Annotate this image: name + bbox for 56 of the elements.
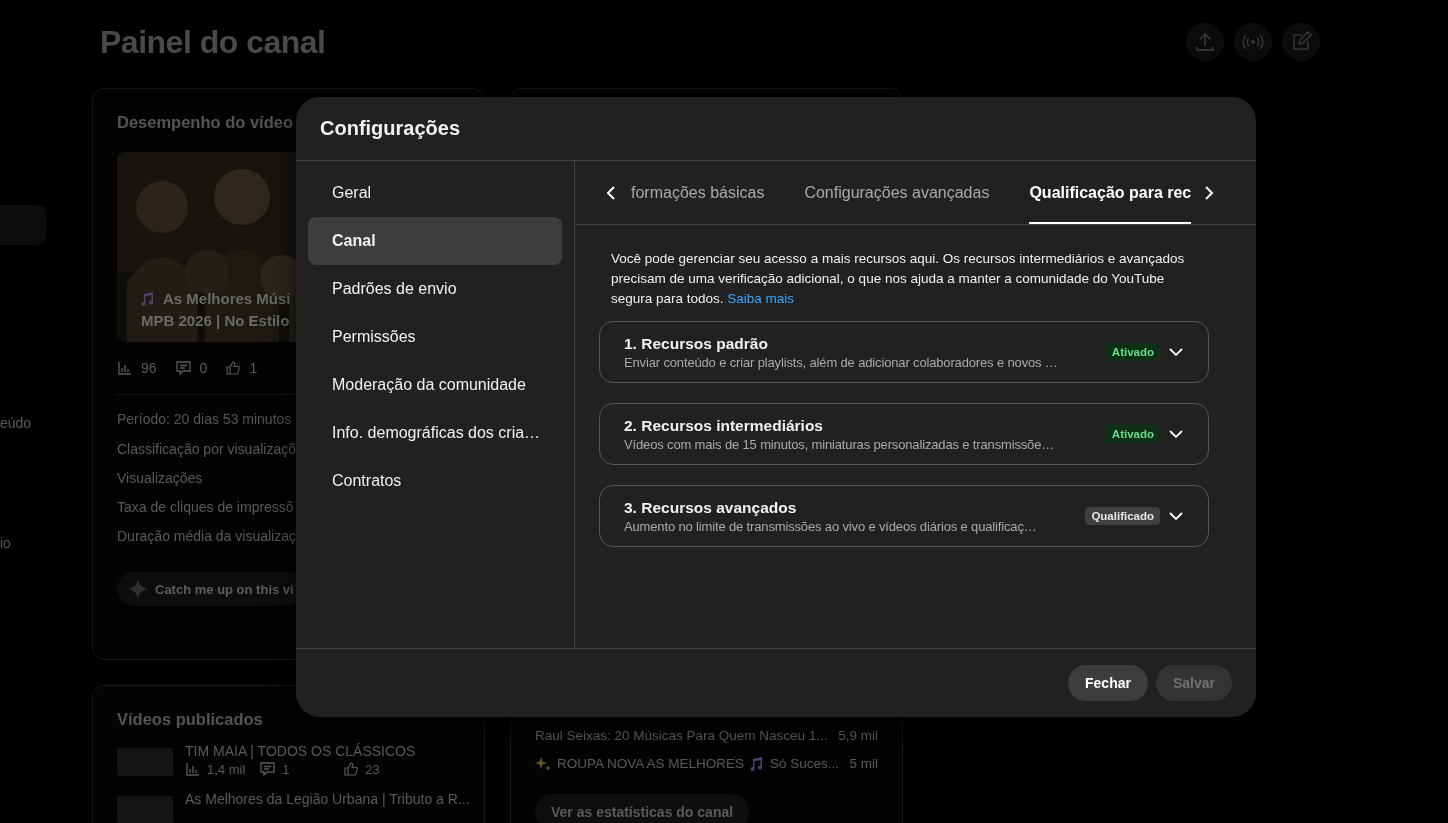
thumbs-up-icon: [343, 761, 360, 777]
chevron-right-icon[interactable]: [1203, 184, 1216, 201]
metric-label: Duração média da visualizaç: [117, 528, 296, 544]
sparkle-icon: [535, 756, 551, 772]
dialog-title: Configurações: [320, 117, 461, 140]
metric-label: Visualizações: [117, 470, 203, 486]
settings-nav-item[interactable]: Padrões de envio: [308, 265, 562, 313]
video-title: MPB 2026 | No Estilo: [141, 311, 290, 331]
thumbs-up-icon: [225, 360, 242, 376]
stat-value: 23: [365, 761, 380, 777]
metric-label: Classificação por visualizaçõ: [117, 441, 296, 457]
stat-value: 96: [141, 360, 157, 376]
card-title: Desempenho do vídeo: [117, 113, 294, 132]
page-title: Painel do canal: [100, 23, 327, 61]
stat-value: 1,4 mil: [207, 761, 246, 777]
sparkle-icon: [127, 578, 149, 600]
bar-chart-icon: [185, 761, 201, 777]
view-count: 5,9 mil: [838, 728, 878, 744]
bar-chart-icon: [117, 360, 133, 376]
dialog-button[interactable]: Fechar: [1068, 665, 1148, 701]
settings-tab[interactable]: formações básicas: [631, 161, 765, 224]
music-note-icon: [141, 291, 155, 307]
intro-paragraph: Você pode gerenciar seu acesso a mais recursos aqui. Os recursos intermediários e avançados precisam de uma verificação adicional, o que nos ajuda a manter a comunidade do YouTube segura para todos. Saiba mais: [611, 250, 1186, 308]
settings-nav-item[interactable]: Moderação da comunidade: [308, 361, 562, 409]
settings-nav-item[interactable]: Info. demográficas dos cria…: [308, 409, 562, 457]
settings-nav-item[interactable]: Contratos: [308, 457, 562, 505]
feature-description: Aumento no limite de transmissões ao vivo e vídeos diários e qualificaç…: [624, 518, 1038, 534]
learn-more-link[interactable]: Saiba mais: [727, 291, 795, 306]
status-badge: Qualificado: [1085, 507, 1160, 525]
settings-tab[interactable]: Configurações avançadas: [804, 161, 990, 224]
feature-description: Vídeos com mais de 15 minutos, miniaturas personalizadas e transmissõe…: [624, 436, 1056, 452]
feature-card[interactable]: 2. Recursos intermediários Vídeos com mais de 15 minutos, miniaturas personalizadas e transmissõe… Ativado: [599, 403, 1209, 465]
period-text: Período: 20 dias 53 minutos: [117, 411, 293, 427]
feature-title: 1. Recursos padrão: [624, 334, 769, 353]
stat-value: 1: [249, 360, 258, 376]
feature-title: 2. Recursos intermediários: [624, 416, 824, 435]
view-count: 5 mil: [849, 756, 878, 772]
status-badge: Ativado: [1105, 343, 1160, 361]
status-badge: Ativado: [1105, 425, 1160, 443]
video-title: As Melhores Músi: [163, 289, 291, 309]
comment-icon: [259, 761, 277, 777]
settings-nav-item[interactable]: Canal: [308, 217, 562, 265]
feature-card[interactable]: 3. Recursos avançados Aumento no limite de transmissões ao vivo e vídeos diários e qualificaç… Qualificado: [599, 485, 1209, 547]
feature-title: 3. Recursos avançados: [624, 498, 798, 517]
comment-icon: [174, 360, 192, 376]
stat-value: 1: [282, 761, 290, 777]
metric-label: Taxa de cliques de impressõ: [117, 499, 294, 515]
feature-card[interactable]: 1. Recursos padrão Enviar conteúdo e criar playlists, além de adicionar colaboradores e novos … Ativado: [599, 321, 1209, 383]
settings-tab[interactable]: Qualificação para rec: [1029, 161, 1192, 224]
chevron-left-icon[interactable]: [605, 184, 617, 201]
settings-nav-item[interactable]: Permissões: [308, 313, 562, 361]
music-note-icon: [750, 756, 765, 772]
card-title: Vídeos publicados: [117, 710, 263, 729]
feature-description: Enviar conteúdo e criar playlists, além de adicionar colaboradores e novos …: [624, 354, 1059, 370]
stat-value: 0: [199, 360, 208, 376]
settings-nav-item[interactable]: Geral: [308, 169, 562, 217]
